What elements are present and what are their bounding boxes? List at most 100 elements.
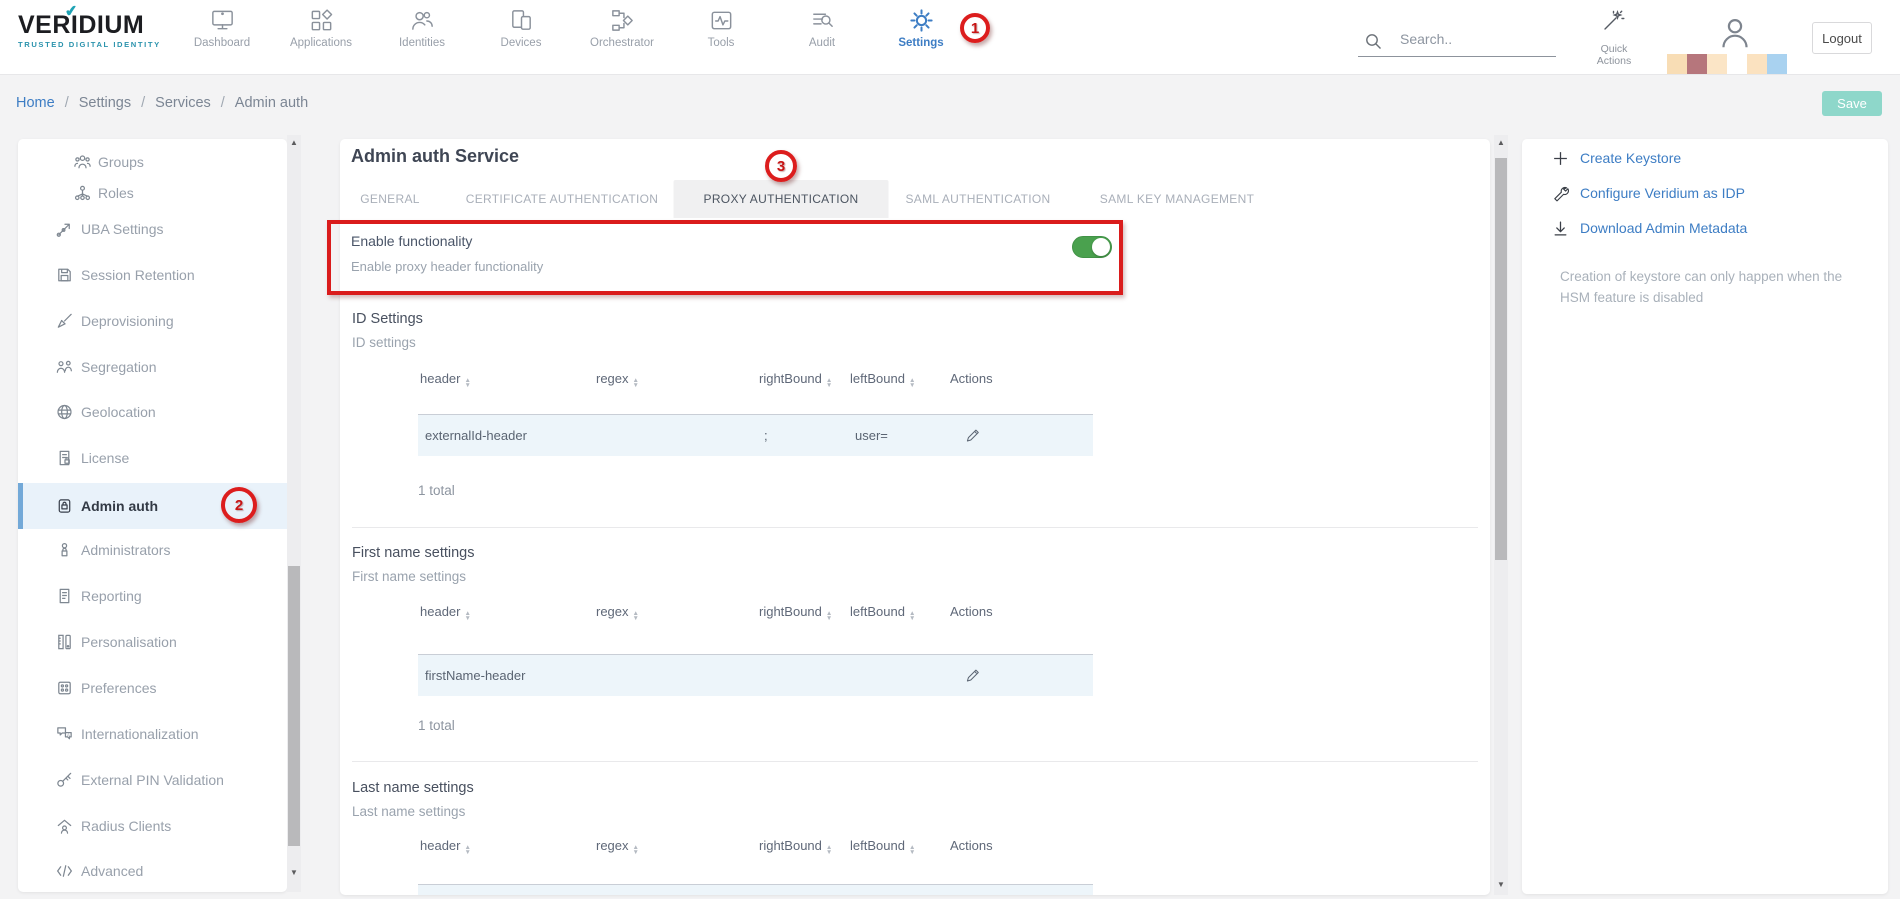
nav-item-audit[interactable]: Audit [776,7,868,69]
edit-pencil-icon[interactable] [964,427,981,444]
sidebar-item-label: Internationalization [81,726,199,742]
sidebar-item-external-pin-validation[interactable]: External PIN Validation [18,758,287,802]
scrollbar-thumb[interactable] [1495,158,1507,560]
search-input[interactable] [1398,30,1548,48]
column-regex[interactable]: regex▲▼ [594,838,757,855]
flag-swatch [1667,54,1687,74]
page-title: Admin auth Service [351,146,519,167]
breadcrumb-services[interactable]: Services [155,95,211,111]
tab-certificate-authentication[interactable]: CERTIFICATE AUTHENTICATION [466,180,658,218]
main-scrollbar[interactable]: ▲ ▼ [1494,135,1508,895]
nav-label: Audit [776,37,868,49]
column-regex[interactable]: regex▲▼ [594,604,757,621]
download-admin-metadata-link[interactable]: Download Admin Metadata [1552,218,1747,238]
nav-item-dashboard[interactable]: Dashboard [176,7,268,69]
tab-saml-authentication[interactable]: SAML AUTHENTICATION [905,180,1050,218]
column-regex[interactable]: regex▲▼ [594,371,757,388]
veridium-admin-screen: VERIDIUM ✔ TRUSTED DIGITAL IDENTITY Dash… [0,0,1900,899]
sort-icon: ▲▼ [826,846,832,855]
sidebar-item-preferences[interactable]: Preferences [18,666,287,710]
column-rightbound[interactable]: rightBound▲▼ [757,604,848,621]
nav-item-settings[interactable]: Settings [875,7,967,69]
internationalization-icon: A [55,725,74,744]
sidebar-item-reporting[interactable]: Reporting [18,574,287,618]
column-leftbound[interactable]: leftBound▲▼ [848,371,948,388]
personalisation-icon [55,633,74,652]
deprovisioning-icon [55,312,74,331]
session-retention-icon [55,266,74,285]
nav-item-tools[interactable]: Tools [675,7,767,69]
sidebar-item-advanced[interactable]: Advanced [18,849,287,893]
scroll-down-arrow[interactable]: ▼ [1494,879,1508,891]
tab-general[interactable]: GENERAL [360,180,419,218]
column-rightbound[interactable]: rightBound▲▼ [757,838,848,855]
scrollbar-thumb[interactable] [288,566,300,846]
cell-header: firstName-header [418,668,594,683]
sidebar-item-label: Personalisation [81,634,177,650]
column-header[interactable]: header▲▼ [418,838,594,855]
audit-icon [776,7,868,34]
save-button[interactable]: Save [1822,91,1882,116]
sidebar-item-uba-settings[interactable]: UBA Settings [18,207,287,251]
configure-veridium-idp-link[interactable]: Configure Veridium as IDP [1552,183,1745,203]
nav-item-identities[interactable]: Identities [376,7,468,69]
sidebar-item-geolocation[interactable]: Geolocation [18,390,287,434]
administrators-icon [55,541,74,560]
sort-icon: ▲▼ [826,379,832,388]
cell-actions [948,427,1093,444]
key-icon [55,771,74,790]
veridium-logo[interactable]: VERIDIUM ✔ TRUSTED DIGITAL IDENTITY [18,12,168,49]
breadcrumb-separator: / [221,95,225,111]
cell-header: externalId-header [418,428,594,443]
edit-pencil-icon[interactable] [964,667,981,684]
sidebar-item-license[interactable]: License [18,436,287,480]
sidebar-item-internationalization[interactable]: A Internationalization [18,712,287,756]
column-header[interactable]: header▲▼ [418,604,594,621]
sort-icon: ▲▼ [464,612,470,621]
logo-wordmark: VERIDIUM [18,12,168,38]
column-leftbound[interactable]: leftBound▲▼ [848,604,948,621]
cell-actions [948,667,1093,684]
sidebar-item-radius-clients[interactable]: Radius Clients [18,804,287,848]
nav-item-applications[interactable]: Applications [275,7,367,69]
breadcrumb-home[interactable]: Home [16,95,55,111]
sidebar-item-roles[interactable]: Roles [18,178,287,208]
create-keystore-link[interactable]: Create Keystore [1552,148,1681,168]
link-label: Create Keystore [1580,150,1681,166]
breadcrumb-separator: / [65,95,69,111]
uba-settings-icon [55,220,74,239]
column-rightbound[interactable]: rightBound▲▼ [757,371,848,388]
scroll-down-arrow[interactable]: ▼ [287,867,301,879]
sidebar-scrollbar[interactable]: ▲ ▼ [287,135,301,892]
breadcrumb-settings[interactable]: Settings [79,95,131,111]
user-avatar-icon[interactable] [1716,14,1754,57]
flag-swatch [1767,54,1787,74]
nav-label: Dashboard [176,37,268,49]
scroll-up-arrow[interactable]: ▲ [287,137,301,149]
sidebar-item-administrators[interactable]: Administrators [18,528,287,572]
nav-item-orchestrator[interactable]: Orchestrator [576,7,668,69]
tab-proxy-authentication[interactable]: PROXY AUTHENTICATION [674,180,889,218]
tab-saml-key-management[interactable]: SAML KEY MANAGEMENT [1100,180,1254,218]
table-row-cutoff [418,884,1093,895]
sidebar-item-segregation[interactable]: Segregation [18,345,287,389]
table-row: firstName-header [418,654,1093,696]
sidebar-item-groups[interactable]: Groups [18,147,287,177]
annotation-circle-3: 3 [765,150,797,182]
column-leftbound[interactable]: leftBound▲▼ [848,838,948,855]
sidebar-item-label: Advanced [81,863,143,879]
groups-icon [73,153,92,172]
nav-label: Devices [475,37,567,49]
quick-actions-button[interactable]: Quick Actions [1584,8,1644,67]
sidebar-item-deprovisioning[interactable]: Deprovisioning [18,299,287,343]
scroll-up-arrow[interactable]: ▲ [1494,137,1508,149]
logout-button[interactable]: Logout [1812,22,1872,54]
column-header[interactable]: header▲▼ [418,371,594,388]
table-header-row: header▲▼ regex▲▼ rightBound▲▼ leftBound▲… [418,604,1093,621]
row-count: 1 total [418,718,455,733]
search-box [1358,28,1556,57]
nav-item-devices[interactable]: Devices [475,7,567,69]
sidebar-item-personalisation[interactable]: Personalisation [18,620,287,664]
sidebar-item-session-retention[interactable]: Session Retention [18,253,287,297]
plus-icon [1552,150,1569,167]
